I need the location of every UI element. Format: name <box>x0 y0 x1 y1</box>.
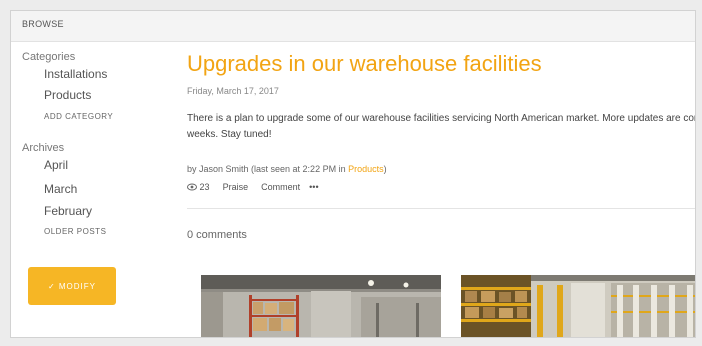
warehouse-photo-racking[interactable] <box>461 275 695 337</box>
praise-button[interactable]: Praise <box>223 182 249 192</box>
modify-button[interactable]: ✓ MODIFY <box>28 267 116 305</box>
views-count: 23 <box>199 182 210 192</box>
post-title[interactable]: Upgrades in our warehouse facilities <box>187 51 542 77</box>
more-dots-icon[interactable]: ••• <box>309 182 318 192</box>
categories-heading: Categories <box>22 51 76 63</box>
app-frame: BROWSE Categories Installations Products… <box>10 10 696 338</box>
eye-icon <box>187 182 200 192</box>
comments-count: 0 comments <box>187 229 247 241</box>
archive-item-february[interactable]: February <box>44 204 92 218</box>
post-byline: by Jason Smith (last seen at 2:22 PM in … <box>187 164 387 174</box>
top-bar: BROWSE <box>11 11 695 42</box>
sidebar: Categories Installations Products ADD CA… <box>11 41 176 337</box>
post-stats: 23 Praise Comment ••• <box>187 182 319 192</box>
byline-close: ) <box>383 164 387 174</box>
archives-heading: Archives <box>22 142 65 154</box>
post-date: Friday, March 17, 2017 <box>187 86 279 96</box>
archive-item-april[interactable]: April <box>44 158 68 172</box>
archive-item-march[interactable]: March <box>44 182 77 196</box>
add-category-link[interactable]: ADD CATEGORY <box>44 112 113 121</box>
divider <box>187 208 695 209</box>
sidebar-item-products[interactable]: Products <box>44 88 91 102</box>
older-posts-link[interactable]: OLDER POSTS <box>44 227 106 236</box>
browse-label: BROWSE <box>22 19 64 29</box>
sidebar-item-installations[interactable]: Installations <box>44 67 107 81</box>
post-body: There is a plan to upgrade some of our w… <box>187 113 695 140</box>
comment-button[interactable]: Comment <box>261 182 300 192</box>
byline-category-link[interactable]: Products <box>348 164 384 174</box>
post-main: Upgrades in our warehouse facilities Fri… <box>187 41 695 337</box>
warehouse-photo-forklift[interactable] <box>201 275 441 337</box>
byline-author: by Jason Smith (last seen at 2:22 PM in <box>187 164 349 174</box>
